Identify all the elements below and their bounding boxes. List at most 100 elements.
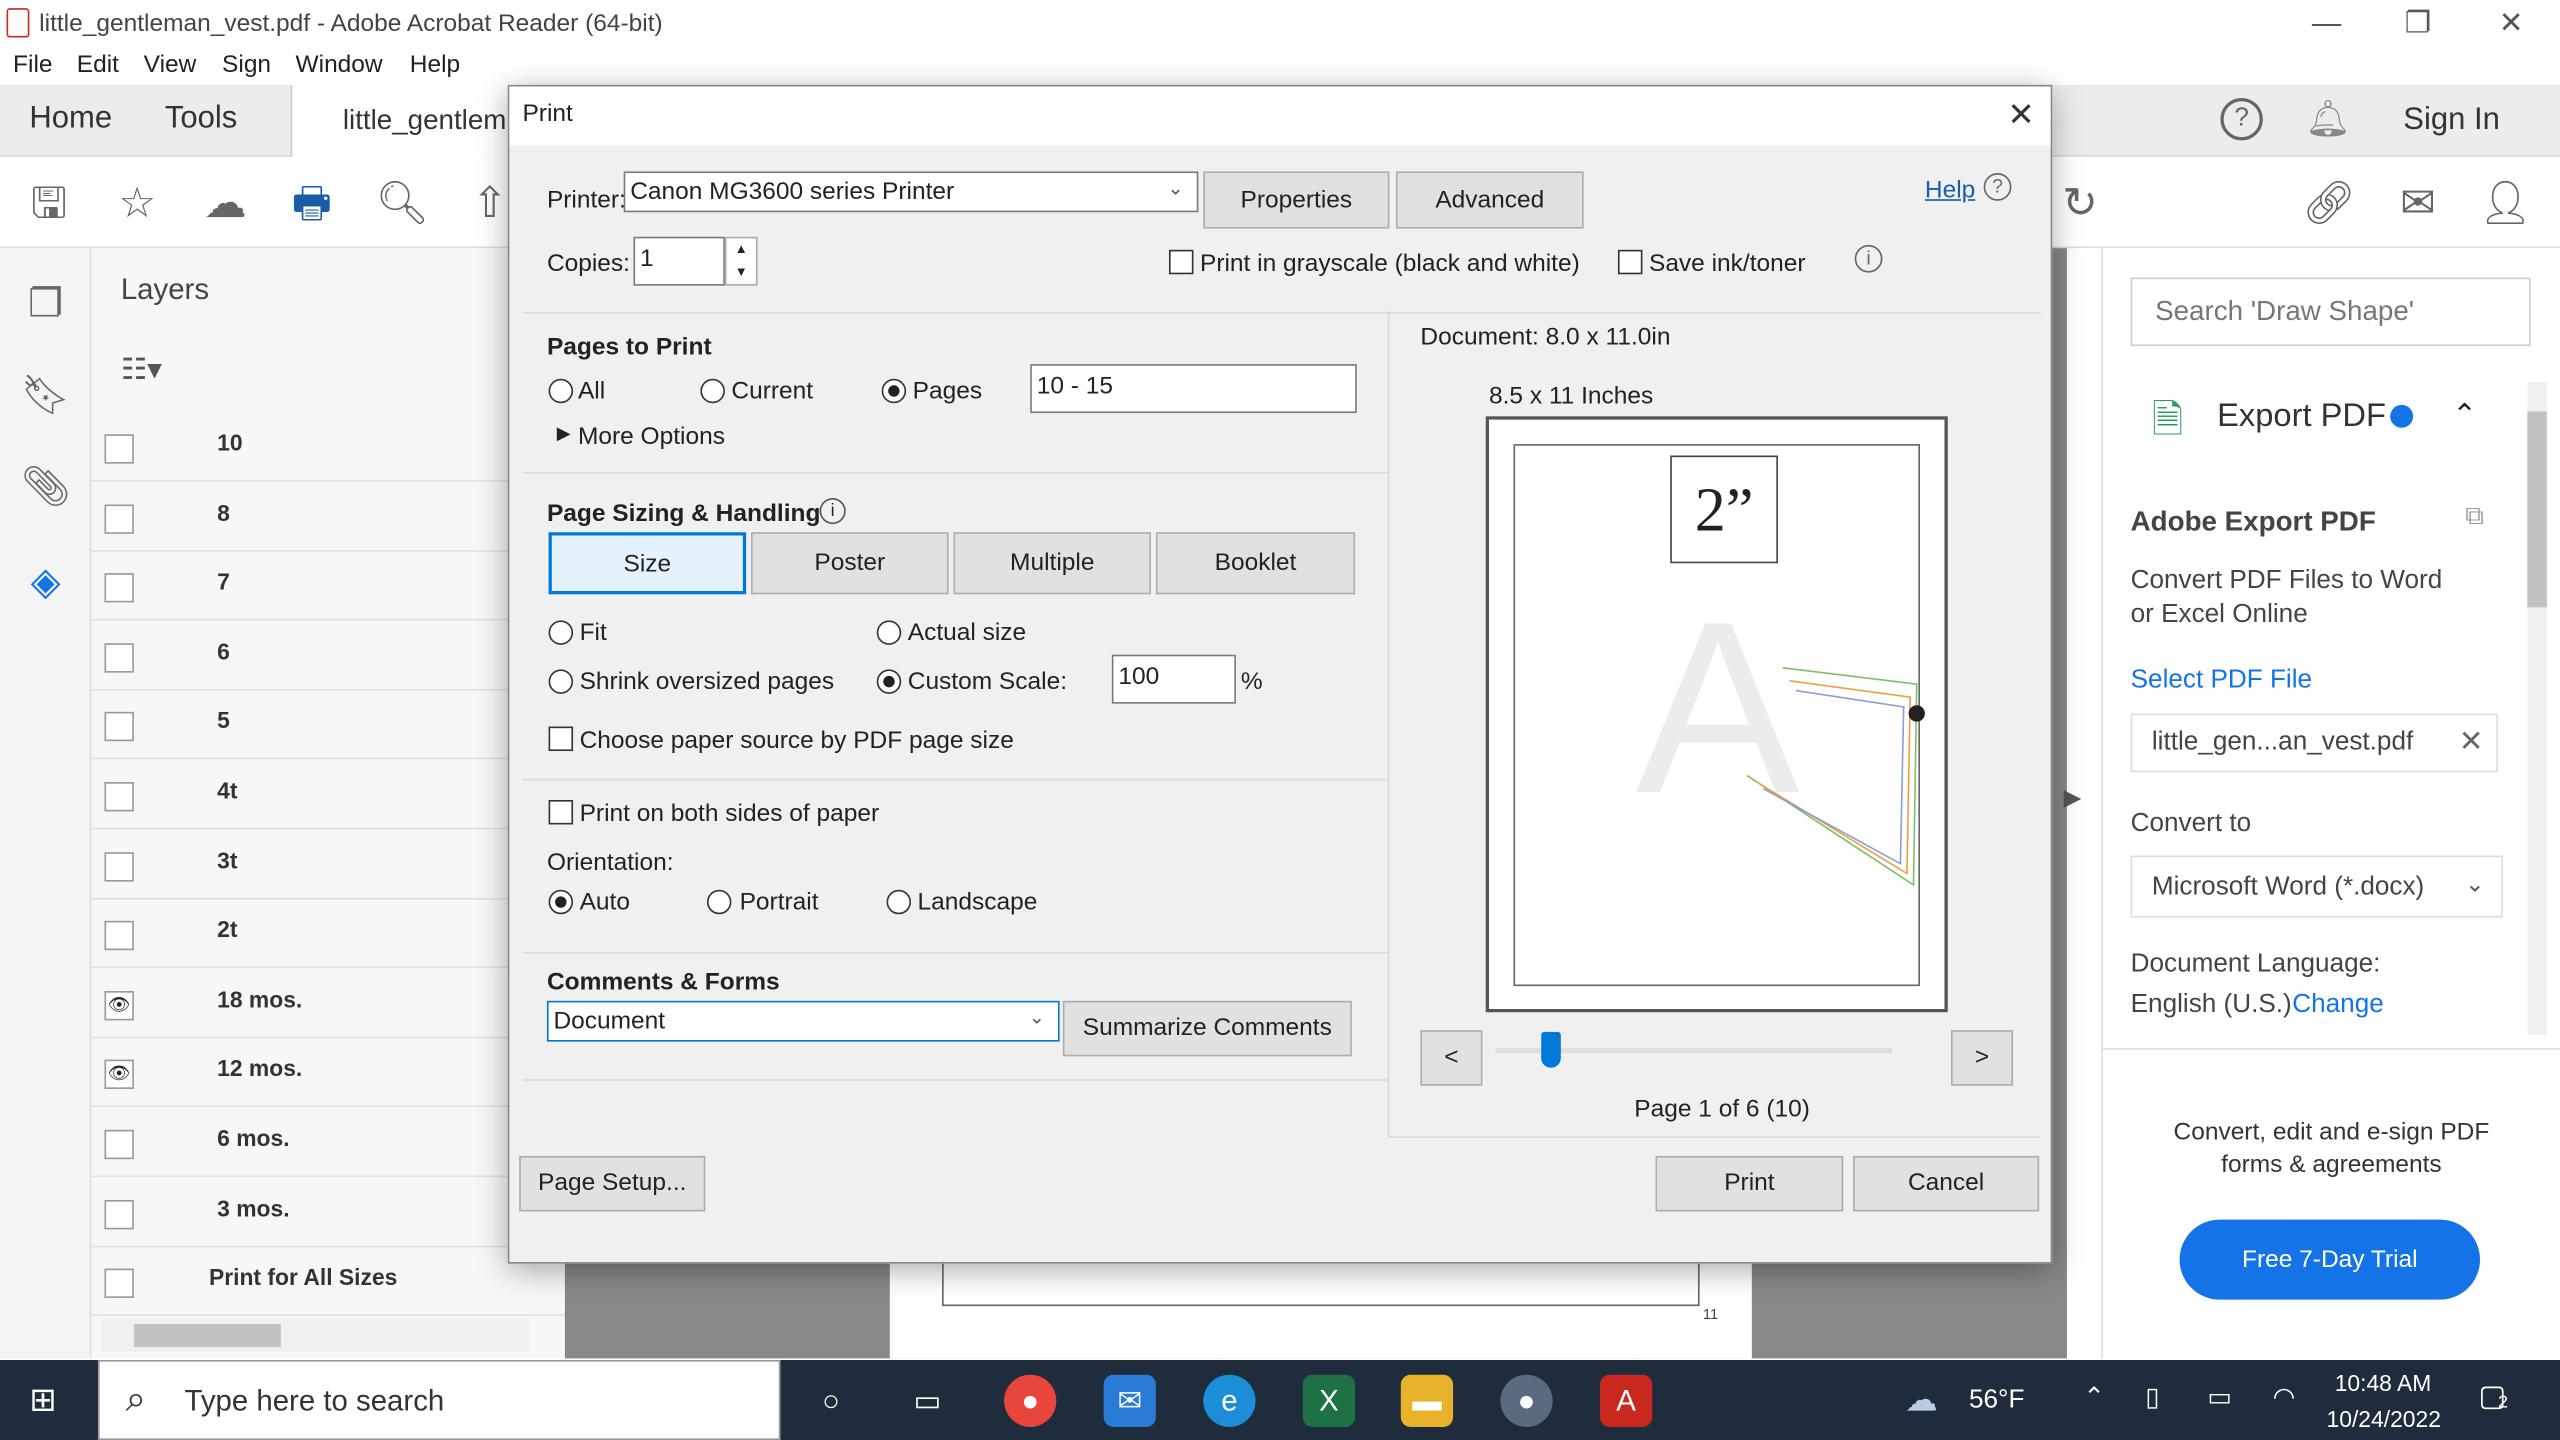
eye-icon[interactable]: 👁︎ — [104, 990, 134, 1021]
layer-row[interactable]: 2t — [91, 900, 565, 969]
help-link[interactable]: Help — [1925, 176, 1975, 204]
layer-visibility-checkbox[interactable] — [104, 1268, 134, 1299]
page-setup-button[interactable]: Page Setup... — [519, 1155, 706, 1212]
sign-in-link[interactable]: Sign In — [2403, 103, 2500, 139]
scrollbar-thumb[interactable] — [133, 1324, 281, 1347]
menu-edit[interactable]: Edit — [77, 51, 119, 79]
info-icon[interactable]: i — [1854, 244, 1883, 273]
free-trial-button[interactable]: Free 7-Day Trial — [2179, 1219, 2480, 1300]
close-window-button[interactable]: ✕ — [2487, 7, 2536, 41]
fit-radio[interactable] — [548, 620, 574, 645]
layer-row[interactable]: 5 — [91, 691, 565, 760]
bookmark-icon[interactable]: 🔖︎ — [20, 372, 72, 424]
restore-button[interactable]: ❐ — [2393, 7, 2442, 41]
layer-visibility-checkbox[interactable] — [104, 851, 134, 881]
layer-options-icon[interactable]: ☷▾ — [121, 353, 186, 395]
size-tab[interactable]: Size — [548, 532, 747, 595]
layer-visibility-checkbox[interactable] — [104, 921, 134, 951]
excel-icon[interactable]: X — [1302, 1374, 1356, 1427]
custom-scale-radio[interactable] — [876, 669, 902, 694]
layer-row[interactable]: 3t — [91, 830, 565, 899]
panel-scrollbar[interactable] — [2527, 382, 2547, 1036]
chrome-icon[interactable]: ● — [1004, 1374, 1057, 1427]
orientation-portrait-radio[interactable] — [706, 889, 732, 915]
clock-date[interactable]: 10/24/2022 — [2327, 1406, 2441, 1432]
device-icon[interactable]: ▯ — [2145, 1381, 2159, 1414]
layer-visibility-checkbox[interactable] — [104, 1199, 134, 1229]
layers-hscrollbar[interactable] — [101, 1319, 529, 1352]
next-page-button[interactable]: > — [1951, 1030, 2014, 1086]
mail-icon[interactable]: ✉ — [1103, 1374, 1156, 1427]
layer-visibility-checkbox[interactable] — [104, 642, 134, 673]
copy-icon[interactable]: ⧉ — [2465, 503, 2484, 532]
export-pdf-title[interactable]: Export PDF — [2217, 398, 2386, 436]
wifi-icon[interactable]: ◠ — [2273, 1381, 2296, 1414]
prev-page-button[interactable]: < — [1420, 1030, 1483, 1086]
clock-time[interactable]: 10:48 AM — [2335, 1370, 2432, 1396]
weather-temp[interactable]: 56°F — [1969, 1386, 2024, 1415]
share-link-icon[interactable]: 🔗︎ — [2302, 176, 2356, 228]
orientation-landscape-radio[interactable] — [886, 889, 912, 915]
layers-icon[interactable]: ◈ — [20, 558, 72, 610]
file-explorer-icon[interactable]: ▬ — [1400, 1374, 1454, 1427]
pages-range-radio[interactable] — [881, 378, 907, 404]
layer-row[interactable]: 6 — [91, 622, 565, 691]
dialog-close-button[interactable]: ✕ — [2003, 95, 2039, 136]
orientation-auto-radio[interactable] — [548, 889, 574, 915]
layer-row[interactable]: Print for All Sizes — [91, 1248, 565, 1317]
cloud-upload-icon[interactable]: ☁ — [199, 176, 251, 228]
copies-input[interactable]: 1 — [633, 236, 725, 286]
advanced-button[interactable]: Advanced — [1395, 171, 1584, 229]
pages-all-radio[interactable] — [548, 378, 574, 404]
menu-sign[interactable]: Sign — [222, 51, 271, 79]
booklet-tab[interactable]: Booklet — [1155, 532, 1356, 595]
help-icon[interactable]: ? — [2220, 97, 2263, 141]
layer-row[interactable]: 3 mos. — [91, 1178, 565, 1247]
copies-stepper[interactable]: ▲ ▼ — [724, 236, 758, 286]
layer-row[interactable]: 👁︎ 18 mos. — [91, 969, 565, 1039]
remove-file-icon[interactable]: ✕ — [2459, 725, 2484, 759]
cortana-icon[interactable]: ○ — [805, 1375, 857, 1427]
add-user-icon[interactable]: 👤︎ — [2478, 176, 2532, 228]
pages-current-radio[interactable] — [700, 378, 725, 404]
chrome-profile-icon[interactable]: ● — [1500, 1374, 1553, 1427]
poster-tab[interactable]: Poster — [751, 532, 949, 595]
print-button[interactable]: Print — [1655, 1155, 1844, 1212]
layer-row[interactable]: 👁︎ 12 mos. — [91, 1039, 565, 1108]
menu-view[interactable]: View — [144, 51, 197, 79]
attachment-icon[interactable]: 📎︎ — [20, 464, 72, 516]
grayscale-checkbox[interactable] — [1168, 249, 1194, 275]
star-icon[interactable]: ☆ — [111, 176, 163, 228]
comments-select[interactable]: Document ⌄ — [546, 1000, 1060, 1042]
minimize-button[interactable]: — — [2302, 7, 2351, 41]
rotate-icon[interactable]: ↻ — [2054, 176, 2106, 228]
collapse-chevron-icon[interactable]: ⌃ — [2452, 398, 2477, 432]
task-view-icon[interactable]: ▭ — [901, 1375, 953, 1427]
windows-start-icon[interactable]: ⊞ — [29, 1380, 65, 1419]
layer-row[interactable]: 4t — [91, 761, 565, 830]
tab-tools[interactable]: Tools — [165, 101, 237, 137]
layer-visibility-checkbox[interactable] — [104, 434, 134, 464]
bell-icon[interactable]: 🔔︎ — [2305, 98, 2351, 140]
edge-icon[interactable]: e — [1203, 1374, 1256, 1427]
shrink-radio[interactable] — [548, 669, 574, 694]
layer-visibility-checkbox[interactable] — [104, 712, 134, 742]
pages-range-input[interactable]: 10 - 15 — [1030, 364, 1357, 414]
printer-select[interactable]: Canon MG3600 series Printer ⌄ — [623, 171, 1199, 213]
layer-visibility-checkbox[interactable] — [104, 1129, 134, 1160]
save-ink-checkbox[interactable] — [1617, 249, 1643, 275]
layer-row[interactable]: 8 — [91, 483, 565, 552]
layer-row[interactable]: 7 — [91, 552, 565, 621]
layer-visibility-checkbox[interactable] — [104, 782, 134, 812]
layer-visibility-checkbox[interactable] — [104, 503, 134, 534]
sizing-info-icon[interactable]: i — [819, 497, 846, 525]
expand-triangle-icon[interactable]: ▶ — [557, 423, 571, 444]
print-icon[interactable]: 🖶 — [286, 176, 338, 228]
tab-home[interactable]: Home — [29, 101, 112, 137]
menu-window[interactable]: Window — [296, 51, 383, 79]
layer-row[interactable]: 10 — [91, 413, 565, 482]
select-pdf-file-link[interactable]: Select PDF File — [2131, 666, 2312, 695]
layer-row[interactable]: 6 mos. — [91, 1109, 565, 1178]
paper-source-checkbox[interactable] — [548, 726, 574, 752]
expand-panel-icon[interactable]: ▶ — [2064, 784, 2082, 812]
